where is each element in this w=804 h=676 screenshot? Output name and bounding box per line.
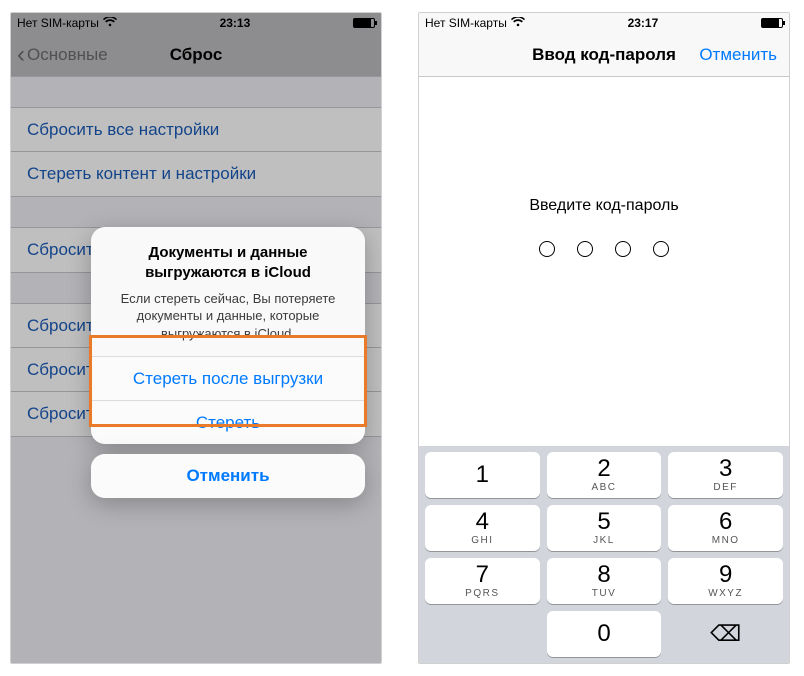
navbar: Ввод код-пароля Отменить xyxy=(419,33,789,77)
action-sheet: Документы и данныевыгружаются в iCloud Е… xyxy=(91,227,365,498)
alert-message: Если стереть сейчас, Вы потеряете докуме… xyxy=(109,290,347,343)
key-5[interactable]: 5JKL xyxy=(547,505,662,551)
wifi-icon xyxy=(511,16,525,30)
key-8[interactable]: 8TUV xyxy=(547,558,662,604)
passcode-prompt: Введите код-пароль xyxy=(419,197,789,215)
passcode-dot xyxy=(539,241,555,257)
passcode-area: Введите код-пароль xyxy=(419,77,789,257)
alert-title: Документы и данныевыгружаются в iCloud xyxy=(109,243,347,284)
page-title: Ввод код-пароля xyxy=(532,45,676,65)
key-2[interactable]: 2ABC xyxy=(547,452,662,498)
key-6[interactable]: 6MNO xyxy=(668,505,783,551)
passcode-dot xyxy=(615,241,631,257)
erase-after-upload-button[interactable]: Стереть после выгрузки xyxy=(91,356,365,400)
numeric-keypad: 1 2ABC 3DEF 4GHI 5JKL 6MNO 7PQRS 8TUV 9W… xyxy=(419,446,789,663)
phone-passcode-screen: Нет SIM-карты 23:17 Ввод код-пароля Отме… xyxy=(418,12,790,664)
passcode-dot xyxy=(577,241,593,257)
carrier-text: Нет SIM-карты xyxy=(425,16,507,30)
key-9[interactable]: 9WXYZ xyxy=(668,558,783,604)
key-1[interactable]: 1 xyxy=(425,452,540,498)
backspace-icon: ⌫ xyxy=(710,621,741,647)
key-blank xyxy=(425,611,540,657)
passcode-dots xyxy=(419,241,789,257)
passcode-dot xyxy=(653,241,669,257)
clock: 23:17 xyxy=(628,16,659,30)
cancel-button[interactable]: Отменить xyxy=(91,454,365,498)
key-3[interactable]: 3DEF xyxy=(668,452,783,498)
status-bar: Нет SIM-карты 23:17 xyxy=(419,13,789,33)
key-7[interactable]: 7PQRS xyxy=(425,558,540,604)
backspace-key[interactable]: ⌫ xyxy=(668,611,783,657)
key-4[interactable]: 4GHI xyxy=(425,505,540,551)
battery-icon xyxy=(761,18,783,28)
phone-reset-screen: Нет SIM-карты 23:13 ‹ Основные Сброс Сбр… xyxy=(10,12,382,664)
cancel-button[interactable]: Отменить xyxy=(699,45,777,65)
erase-button[interactable]: Стереть xyxy=(91,400,365,444)
key-0[interactable]: 0 xyxy=(547,611,662,657)
